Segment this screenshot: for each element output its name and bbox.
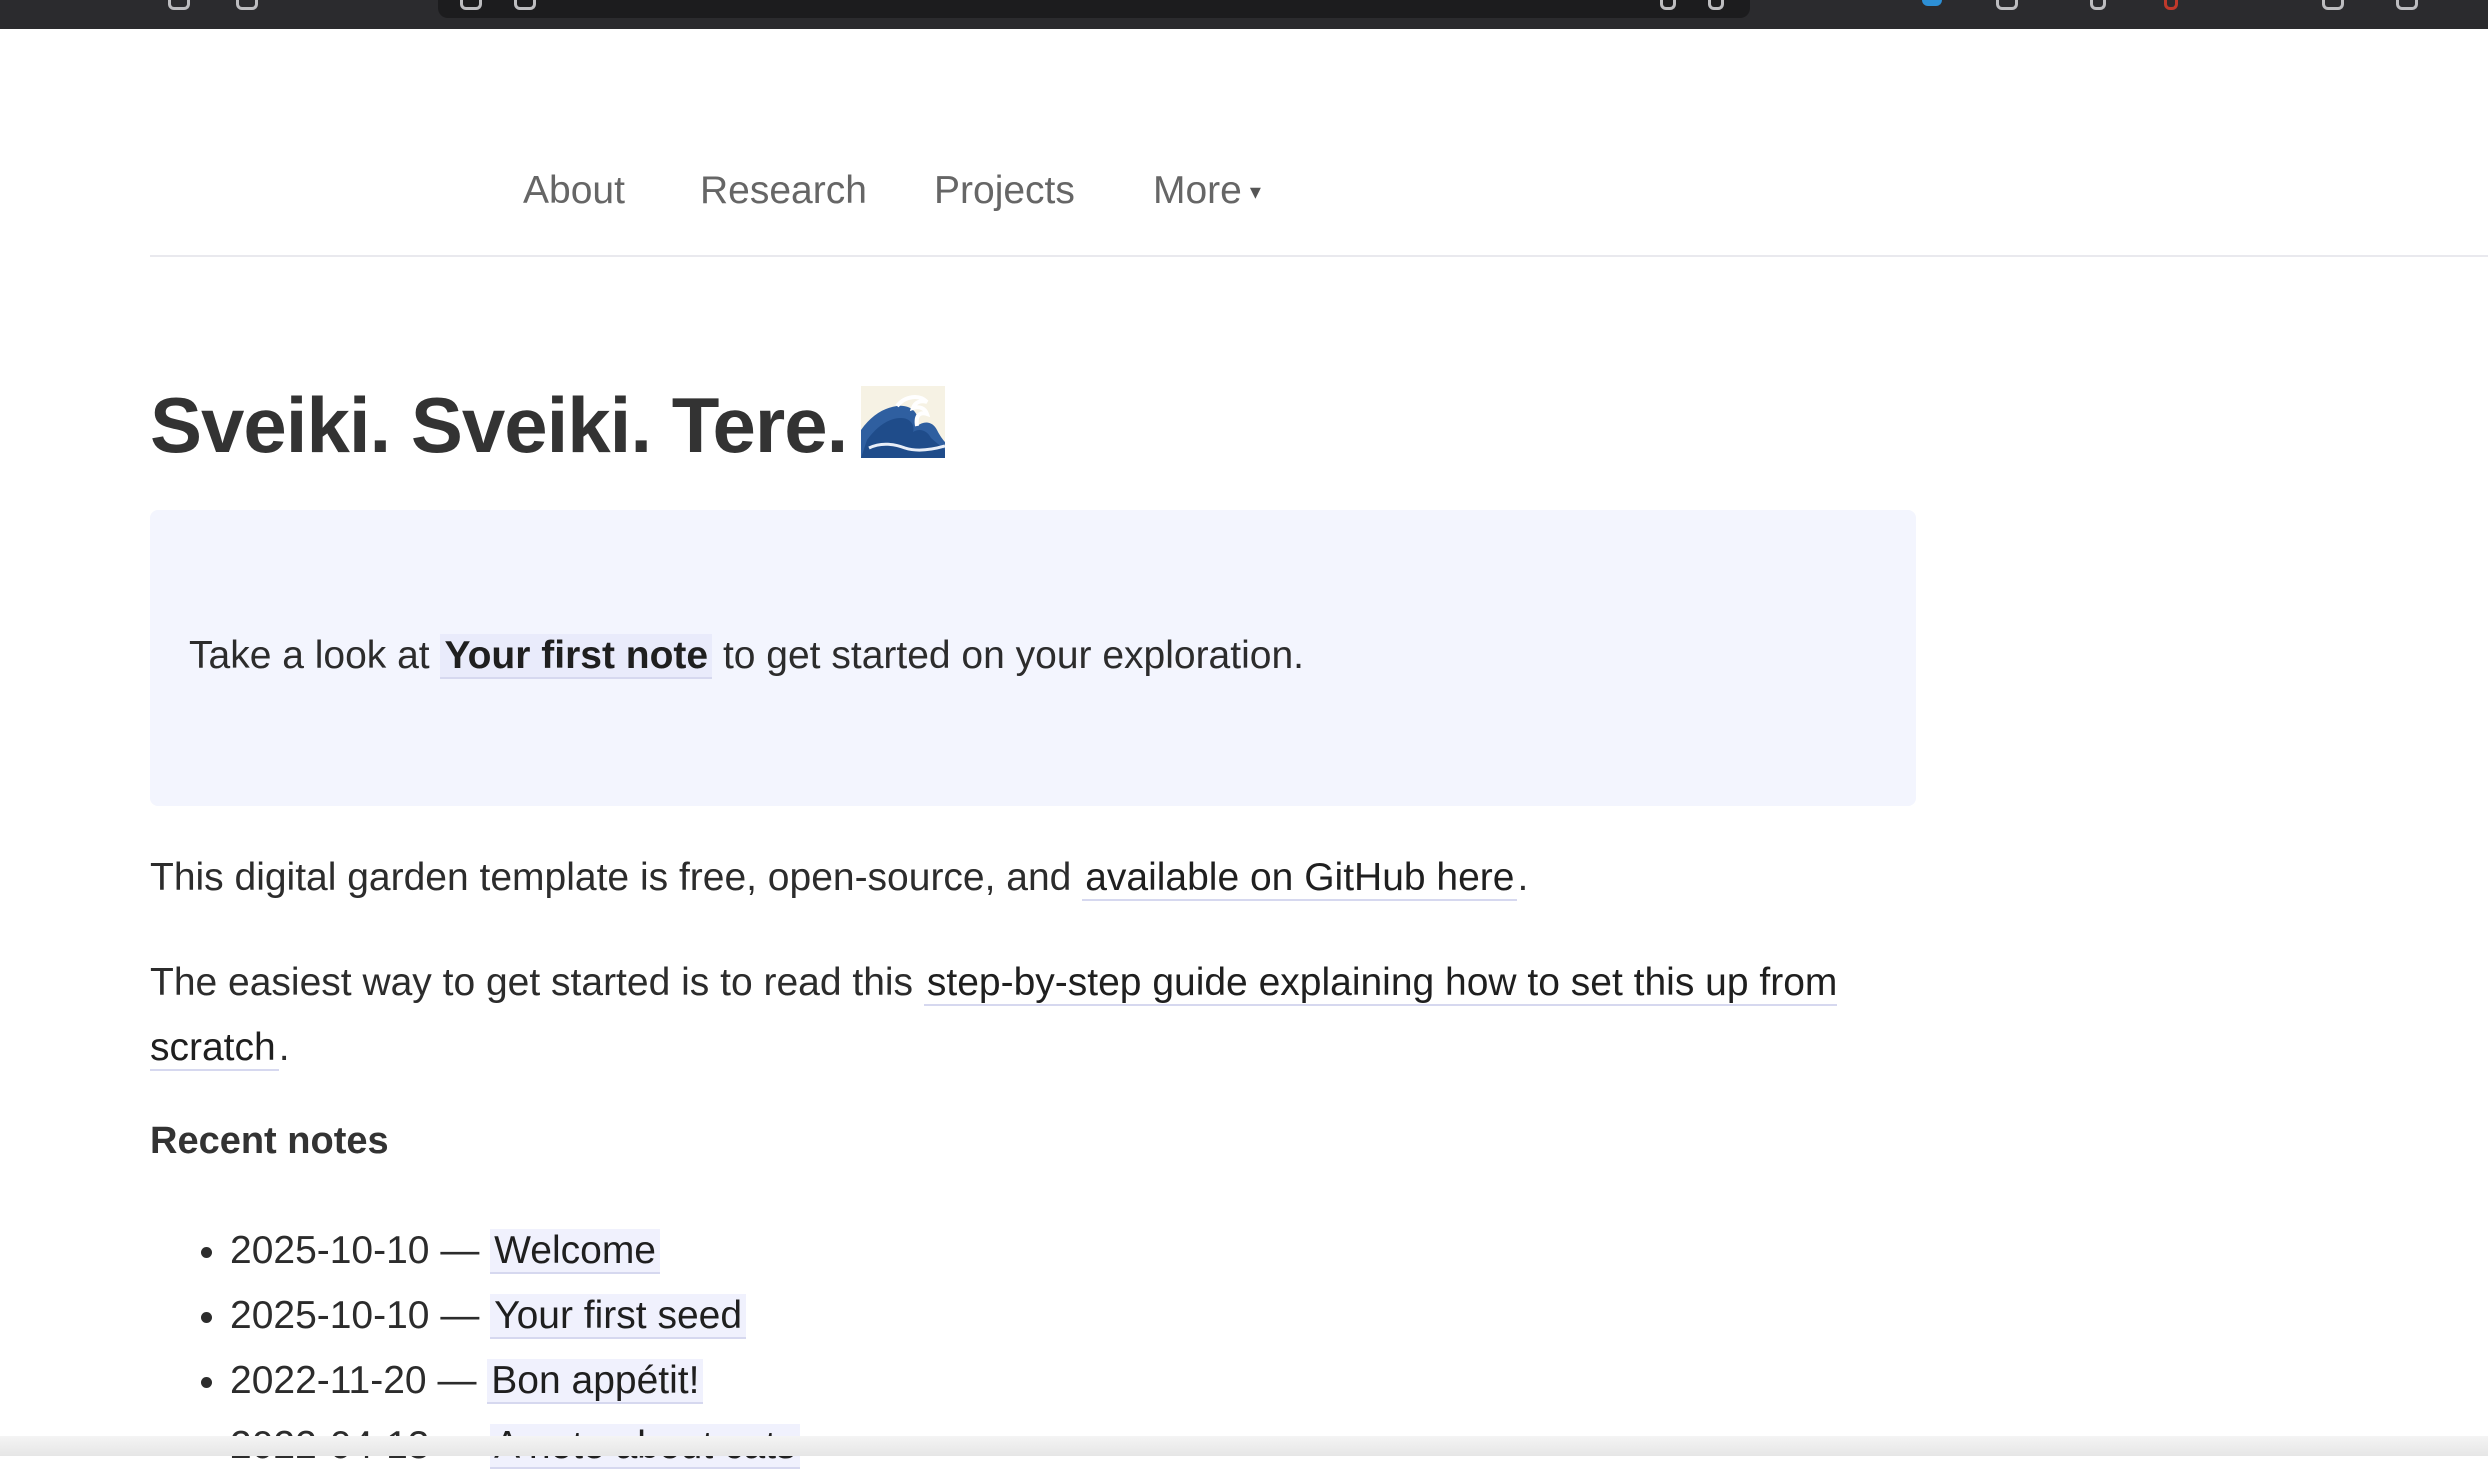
note-link-first-seed[interactable]: Your first seed	[490, 1294, 747, 1339]
extension-icon[interactable]	[2164, 0, 2178, 10]
window-bottom-edge	[0, 1436, 2488, 1456]
intro-text: This digital garden template is free, op…	[150, 856, 1083, 899]
list-item: 2022-11-20 — Bon appétit!	[230, 1348, 800, 1413]
page-icon[interactable]	[514, 0, 536, 10]
nav-more[interactable]: More ▾	[1153, 169, 1261, 213]
note-date: 2025-10-10	[230, 1229, 430, 1272]
extension-icon[interactable]	[2090, 0, 2106, 10]
guide-paragraph: The easiest way to get started is to rea…	[150, 950, 1916, 1080]
guide-text: The easiest way to get started is to rea…	[150, 961, 924, 1004]
page-title: Sveiki. Sveiki. Tere.	[150, 360, 1916, 496]
extension-icon[interactable]	[1922, 0, 1942, 6]
reload-icon[interactable]	[168, 0, 190, 10]
page-title-text: Sveiki. Sveiki. Tere.	[150, 381, 848, 469]
your-first-note-link[interactable]: Your first note	[440, 634, 713, 679]
wave-icon	[861, 366, 946, 496]
extension-icon[interactable]	[1996, 0, 2018, 10]
list-item: 2025-10-10 — Your first seed	[230, 1283, 800, 1348]
list-item: 2025-10-10 — Welcome	[230, 1218, 800, 1283]
nav-projects[interactable]: Projects	[934, 169, 1075, 213]
note-separator: —	[429, 1294, 491, 1337]
main-content: Sveiki. Sveiki. Tere. Take a look at You…	[150, 360, 1916, 1469]
address-bar[interactable]	[438, 0, 1750, 18]
recent-notes-heading: Recent notes	[150, 1120, 389, 1162]
note-link-welcome[interactable]: Welcome	[490, 1229, 660, 1274]
nav-research[interactable]: Research	[700, 169, 867, 213]
site-nav: About Research Projects More ▾	[150, 155, 2488, 257]
guide-period: .	[278, 1026, 290, 1069]
nav-more-label: More	[1153, 169, 1242, 212]
nav-about[interactable]: About	[523, 169, 625, 213]
browser-toolbar	[0, 0, 2488, 29]
note-separator: —	[429, 1229, 491, 1272]
note-date: 2022-11-20	[230, 1359, 427, 1402]
callout-box: Take a look at Your first note to get st…	[150, 510, 1916, 806]
note-date: 2025-10-10	[230, 1294, 430, 1337]
copy-icon[interactable]	[1660, 0, 1676, 10]
grid-icon[interactable]	[236, 0, 258, 10]
note-separator: —	[426, 1359, 488, 1402]
tabs-icon[interactable]	[2396, 0, 2418, 10]
callout-suffix: to get started on your exploration.	[712, 634, 1304, 677]
intro-period: .	[1517, 856, 1529, 899]
github-link[interactable]: available on GitHub here	[1082, 856, 1518, 901]
note-link-bon-appetit[interactable]: Bon appétit!	[487, 1359, 704, 1404]
profile-icon[interactable]	[2322, 0, 2344, 10]
intro-paragraph: This digital garden template is free, op…	[150, 845, 1916, 910]
callout-prefix: Take a look at	[189, 634, 441, 677]
site-info-icon[interactable]	[460, 0, 482, 10]
chevron-down-icon: ▾	[1249, 179, 1261, 204]
share-icon[interactable]	[1708, 0, 1724, 10]
callout-text: Take a look at Your first note to get st…	[189, 634, 1304, 679]
